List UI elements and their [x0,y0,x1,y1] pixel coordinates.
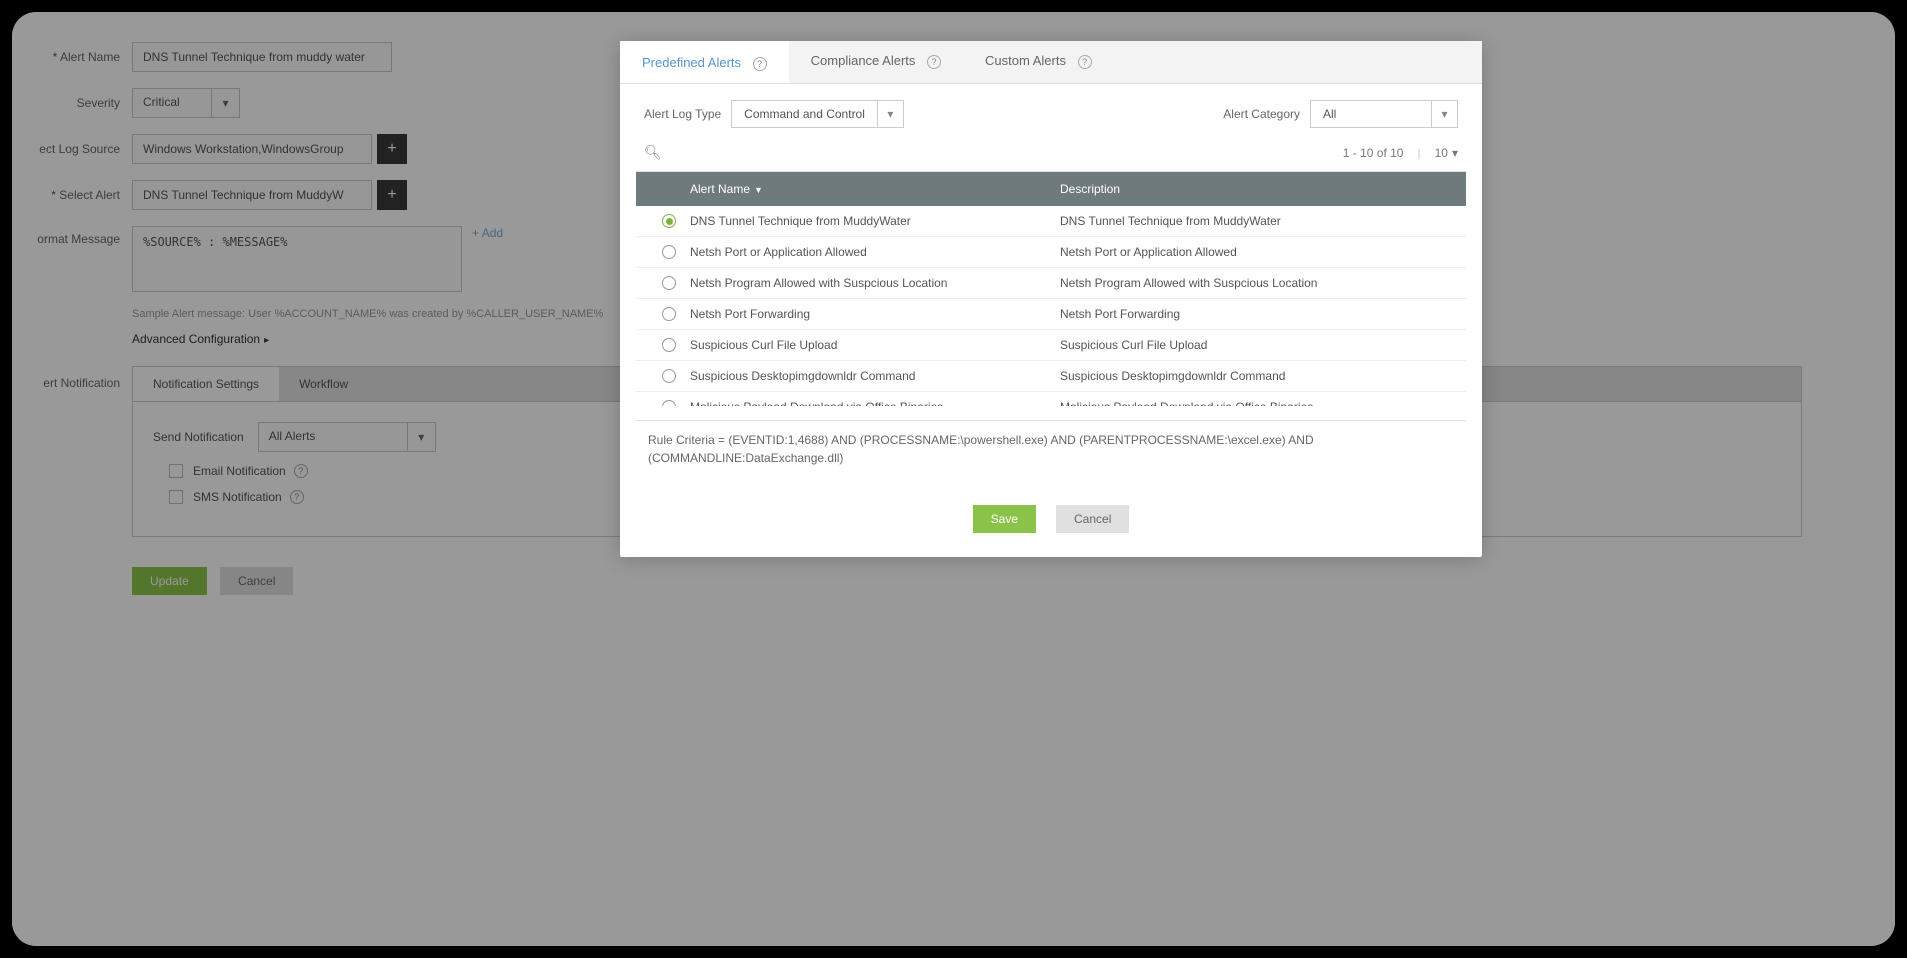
chevron-down-icon: ▾ [1431,101,1457,127]
row-alert-name: Netsh Port or Application Allowed [690,245,1060,259]
row-alert-name: Netsh Program Allowed with Suspcious Loc… [690,276,1060,290]
table-row[interactable]: Netsh Port ForwardingNetsh Port Forwardi… [636,299,1466,330]
table-row[interactable]: Suspicious Desktopimgdownldr CommandSusp… [636,361,1466,392]
chevron-down-icon: ▾ [877,101,903,127]
table-row[interactable]: DNS Tunnel Technique from MuddyWaterDNS … [636,206,1466,237]
row-radio[interactable] [662,338,676,352]
chevron-down-icon: ▾ [1452,146,1458,160]
row-description: DNS Tunnel Technique from MuddyWater [1060,214,1454,228]
row-radio[interactable] [662,276,676,290]
column-description[interactable]: Description [1060,182,1454,196]
help-icon[interactable]: ? [927,55,941,69]
row-alert-name: Netsh Port Forwarding [690,307,1060,321]
row-radio[interactable] [662,369,676,383]
row-description: Netsh Port or Application Allowed [1060,245,1454,259]
select-alert-modal: Predefined Alerts ? Compliance Alerts ? … [620,41,1482,557]
row-alert-name: DNS Tunnel Technique from MuddyWater [690,214,1060,228]
alerts-table: Alert Name▼ Description DNS Tunnel Techn… [636,171,1466,406]
modal-cancel-button[interactable]: Cancel [1056,505,1129,533]
page-size-select[interactable]: 10 ▾ [1435,146,1458,160]
row-radio[interactable] [662,214,676,228]
pagination-info: 1 - 10 of 10 [1343,146,1404,160]
row-radio[interactable] [662,400,676,406]
help-icon[interactable]: ? [753,57,767,71]
row-alert-name: Suspicious Curl File Upload [690,338,1060,352]
search-icon[interactable]: 🔍︎ [644,144,662,161]
row-description: Netsh Port Forwarding [1060,307,1454,321]
table-row[interactable]: Suspicious Curl File UploadSuspicious Cu… [636,330,1466,361]
rule-criteria-text: Rule Criteria = (EVENTID:1,4688) AND (PR… [636,420,1466,487]
alert-log-type-label: Alert Log Type [644,107,721,121]
help-icon[interactable]: ? [1078,55,1092,69]
alert-log-type-select[interactable]: Command and Control ▾ [731,100,904,128]
row-alert-name: Malicious Payload Download via Office Bi… [690,400,1060,406]
tab-compliance-alerts[interactable]: Compliance Alerts ? [789,41,963,83]
alert-category-label: Alert Category [1223,107,1300,121]
row-radio[interactable] [662,307,676,321]
row-description: Malicious Payload Download via Office Bi… [1060,400,1454,406]
row-radio[interactable] [662,245,676,259]
alert-category-select[interactable]: All ▾ [1310,100,1458,128]
column-alert-name[interactable]: Alert Name▼ [690,182,1060,196]
sort-desc-icon: ▼ [754,185,763,195]
table-row[interactable]: Netsh Program Allowed with Suspcious Loc… [636,268,1466,299]
tab-predefined-alerts[interactable]: Predefined Alerts ? [620,41,789,83]
save-button[interactable]: Save [973,505,1036,533]
table-row[interactable]: Netsh Port or Application AllowedNetsh P… [636,237,1466,268]
table-row[interactable]: Malicious Payload Download via Office Bi… [636,392,1466,406]
row-alert-name: Suspicious Desktopimgdownldr Command [690,369,1060,383]
row-description: Suspicious Desktopimgdownldr Command [1060,369,1454,383]
row-description: Suspicious Curl File Upload [1060,338,1454,352]
tab-custom-alerts[interactable]: Custom Alerts ? [963,41,1114,83]
row-description: Netsh Program Allowed with Suspcious Loc… [1060,276,1454,290]
